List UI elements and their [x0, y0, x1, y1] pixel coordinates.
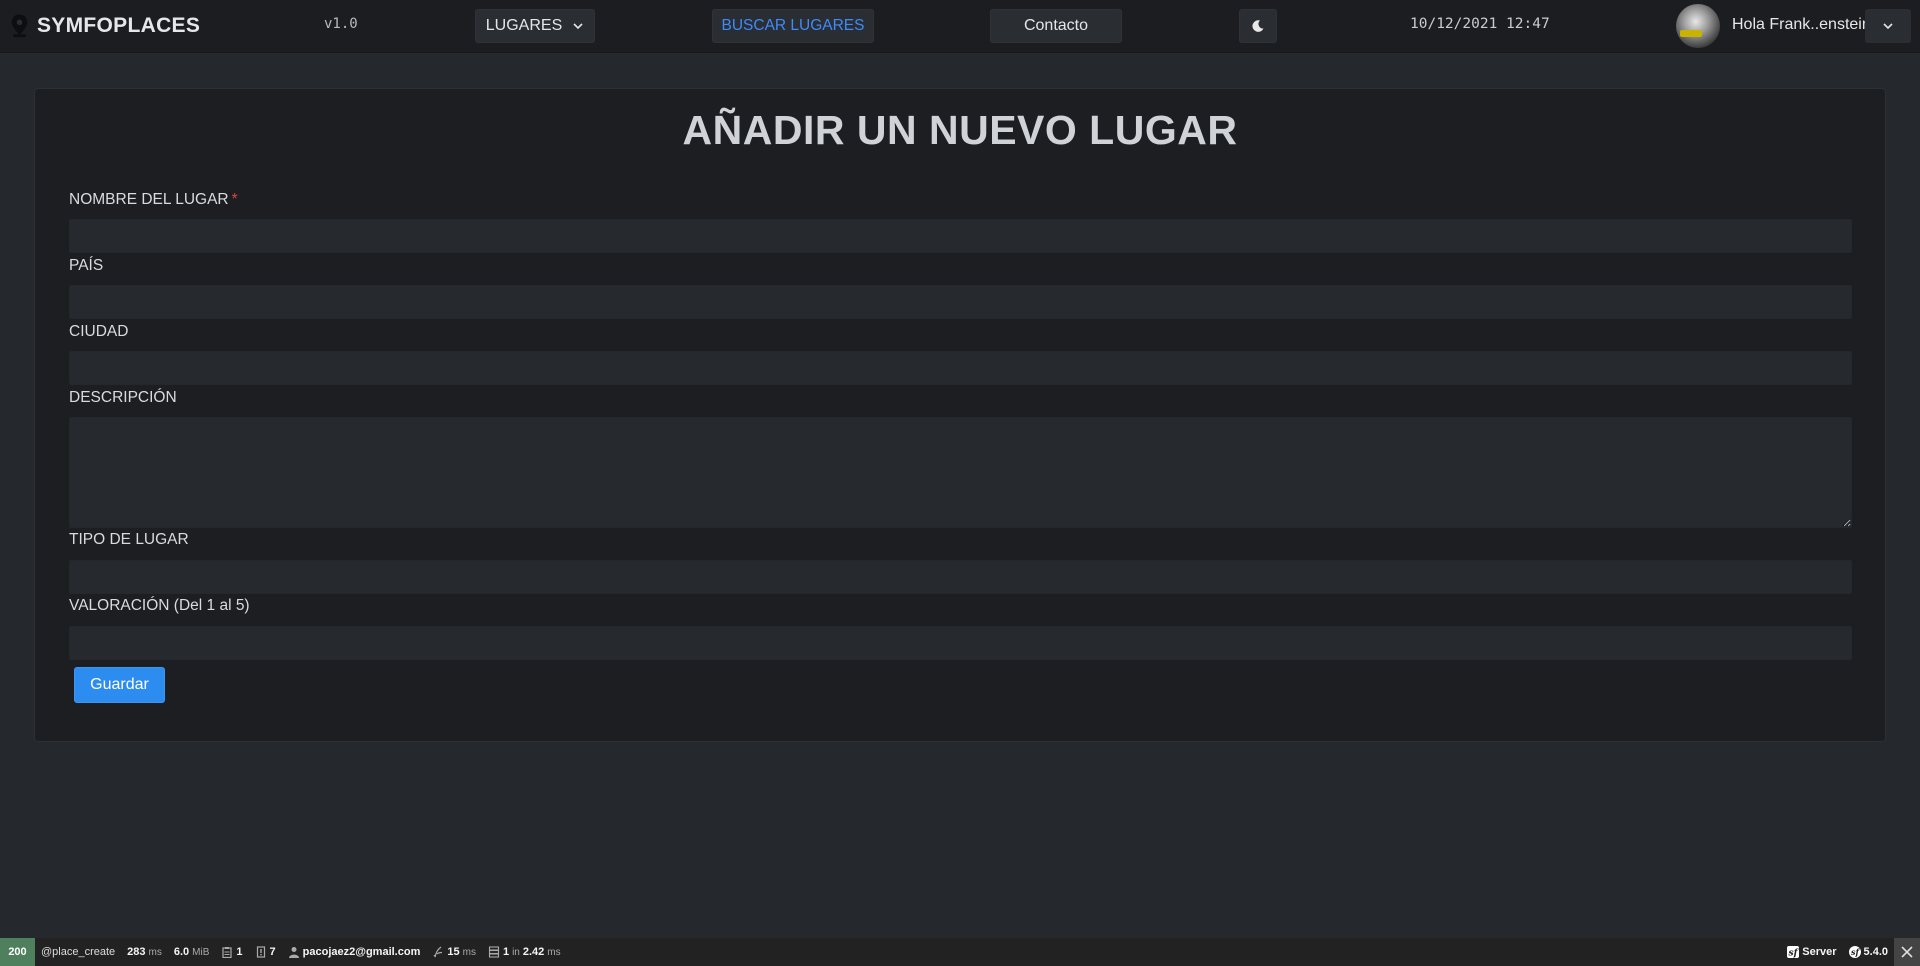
buscar-lugares-link[interactable]: BUSCAR LUGARES: [712, 9, 874, 43]
symfony-version: 5.4.0: [1863, 946, 1888, 958]
user-greeting: Hola Frank..enstein: [1732, 16, 1871, 33]
tipo-label: TIPO DE LUGAR: [69, 531, 189, 548]
contacto-link[interactable]: Contacto: [990, 9, 1122, 43]
valoracion-label: VALORACIÓN (Del 1 al 5): [69, 597, 250, 614]
db-in-text: in: [512, 946, 520, 958]
user-menu-toggle[interactable]: [1865, 9, 1911, 43]
twig-icon: [433, 946, 443, 958]
debug-toolbar: 200 @place_create 283 ms 6.0 MiB 1 7 pac…: [0, 938, 1920, 966]
route-name: @place_create: [41, 946, 116, 958]
descripcion-textarea[interactable]: [69, 417, 1852, 528]
brand-name: SYMFOPLACES: [37, 14, 201, 37]
ciudad-input[interactable]: [69, 351, 1852, 385]
status-code-badge[interactable]: 200: [0, 938, 35, 966]
ciudad-label: CIUDAD: [69, 323, 129, 340]
time-item[interactable]: 283 ms: [121, 938, 168, 966]
time-value: 283: [127, 946, 146, 958]
lugares-dropdown[interactable]: LUGARES: [475, 9, 595, 43]
contacto-label: Contacto: [1023, 17, 1089, 34]
validator-count: 7: [269, 946, 276, 958]
brand-link[interactable]: SYMFOPLACES: [10, 12, 200, 40]
moon-icon: [1252, 20, 1264, 32]
required-mark: *: [231, 191, 238, 208]
server-label: Server: [1802, 946, 1837, 958]
top-navbar: SYMFOPLACES v1.0 LUGARES BUSCAR LUGARES …: [0, 0, 1920, 53]
descripcion-label: DESCRIPCIÓN: [69, 389, 177, 406]
validator-icon: [256, 946, 265, 958]
guardar-button[interactable]: Guardar: [74, 667, 165, 703]
app-version: v1.0: [324, 16, 358, 32]
twig-time-value: 15: [447, 946, 460, 958]
close-icon: [1901, 946, 1913, 958]
svg-text:sf: sf: [1789, 949, 1799, 959]
user-item[interactable]: pacojaez2@gmail.com: [282, 938, 427, 966]
db-time-value: 2.42: [522, 946, 545, 958]
forms-item[interactable]: 1: [215, 938, 248, 966]
user-icon: [288, 947, 299, 958]
memory-unit: MiB: [192, 946, 210, 958]
forms-count: 1: [236, 946, 243, 958]
avatar[interactable]: [1676, 4, 1720, 48]
close-toolbar-button[interactable]: [1894, 938, 1920, 966]
pais-label: PAÍS: [69, 257, 104, 274]
lugares-dropdown-label: LUGARES: [485, 17, 563, 34]
chevron-down-icon: [573, 23, 583, 30]
db-time-unit: ms: [547, 946, 561, 958]
page-title: AÑADIR UN NUEVO LUGAR: [682, 107, 1238, 153]
twig-item[interactable]: 15 ms: [426, 938, 482, 966]
server-item[interactable]: sf Server: [1781, 938, 1842, 966]
route-item[interactable]: @place_create: [35, 938, 121, 966]
user-email: pacojaez2@gmail.com: [302, 946, 421, 958]
tipo-input[interactable]: [69, 560, 1852, 594]
symfony-logo-icon: sf: [1787, 946, 1800, 959]
map-pin-icon: [11, 14, 28, 38]
buscar-lugares-label: BUSCAR LUGARES: [721, 17, 865, 34]
nombre-input[interactable]: [69, 219, 1852, 253]
twig-time-unit: ms: [462, 946, 476, 958]
validator-item[interactable]: 7: [249, 938, 282, 966]
theme-toggle-button[interactable]: [1239, 9, 1277, 43]
nombre-label: NOMBRE DEL LUGAR *: [69, 191, 238, 209]
current-datetime: 10/12/2021 12:47: [1410, 16, 1550, 32]
chevron-down-icon: [1883, 23, 1893, 30]
memory-item[interactable]: 6.0 MiB: [168, 938, 216, 966]
create-place-card: AÑADIR UN NUEVO LUGAR NOMBRE DEL LUGAR * …: [34, 88, 1886, 742]
database-icon: [488, 946, 500, 958]
db-query-count: 1: [502, 946, 510, 958]
pais-input[interactable]: [69, 285, 1852, 319]
nombre-label-text: NOMBRE DEL LUGAR: [69, 191, 229, 208]
memory-value: 6.0: [173, 946, 190, 958]
valoracion-input[interactable]: [69, 626, 1852, 660]
symfony-logo-icon: sf: [1848, 946, 1861, 958]
database-item[interactable]: 1 in 2.42 ms: [482, 938, 567, 966]
time-unit: ms: [148, 946, 162, 958]
symfony-version-item[interactable]: sf 5.4.0: [1843, 938, 1894, 966]
clipboard-icon: [222, 947, 232, 958]
